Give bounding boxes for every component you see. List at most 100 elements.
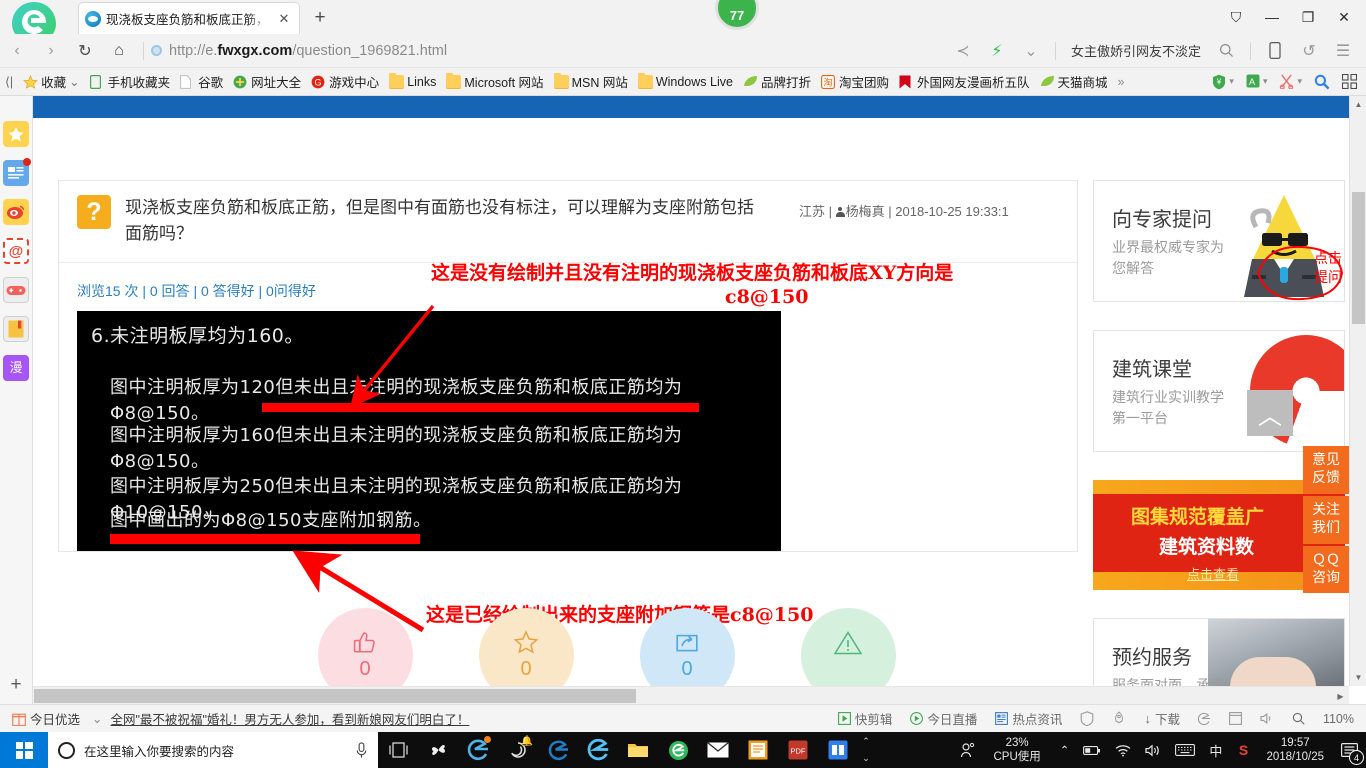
- keyboard-icon[interactable]: [1168, 732, 1202, 768]
- scroll-right-icon[interactable]: ▶: [1332, 687, 1349, 704]
- notebook-icon[interactable]: [3, 316, 29, 342]
- hot-news-tool[interactable]: 热点资讯: [991, 709, 1066, 728]
- bookmark-brand-sale[interactable]: 品牌打折: [738, 70, 816, 94]
- notes-icon[interactable]: [738, 732, 778, 768]
- chevron-down-icon[interactable]: ⌄: [69, 74, 79, 89]
- collections-icon[interactable]: ⛉: [1218, 3, 1254, 31]
- green-e-icon[interactable]: [658, 732, 698, 768]
- mail-at-icon[interactable]: @: [3, 238, 29, 264]
- url-text[interactable]: http://e.fwxgx.com/question_1969821.html: [169, 43, 447, 59]
- zoom-level[interactable]: 110%: [1319, 712, 1358, 726]
- start-button[interactable]: [0, 732, 48, 768]
- site-info-icon[interactable]: [151, 45, 162, 56]
- quick-edit-tool[interactable]: 快剪辑: [834, 709, 897, 728]
- pdf-icon[interactable]: PDF: [778, 732, 818, 768]
- menu-icon[interactable]: ☰: [1326, 36, 1360, 66]
- e-icon[interactable]: [1194, 712, 1215, 726]
- battery-icon[interactable]: [1076, 732, 1108, 768]
- overflow-up-icon[interactable]: ⌃: [862, 736, 870, 747]
- search-icon[interactable]: [1209, 36, 1243, 66]
- mail-icon[interactable]: [698, 732, 738, 768]
- ime-indicator[interactable]: 中: [1202, 732, 1229, 768]
- follow-us-tab[interactable]: 关注 我们: [1303, 495, 1349, 544]
- chevron-down-icon[interactable]: ⌄: [1014, 36, 1048, 66]
- page-horizontal-scrollbar[interactable]: ▶: [33, 686, 1349, 704]
- bookmark-tmall[interactable]: 天猫商城: [1035, 70, 1113, 94]
- qq-consult-tab[interactable]: ＱＱ 咨询: [1303, 545, 1349, 594]
- grid-icon[interactable]: [1337, 70, 1362, 94]
- task-view-icon[interactable]: [378, 732, 418, 768]
- bookmarks-prev-button[interactable]: ⟨|: [0, 70, 18, 94]
- building-class-card[interactable]: 建筑课堂 建筑行业实训教学第一平台: [1093, 330, 1345, 452]
- bookmark-microsoft[interactable]: Microsoft 网站: [441, 70, 548, 94]
- speaker-icon[interactable]: [1256, 712, 1278, 725]
- restore-button[interactable]: ❐: [1290, 3, 1326, 31]
- daily-picks-button[interactable]: 今日优选: [8, 709, 84, 728]
- overflow-down-icon[interactable]: ⌄: [862, 753, 870, 764]
- share-icon[interactable]: ≺: [946, 36, 980, 66]
- weibo-icon[interactable]: [3, 199, 29, 225]
- shield-icon[interactable]: ¥ ▾: [1207, 70, 1239, 94]
- search-input[interactable]: 在这里输入你要搜索的内容: [48, 732, 378, 768]
- spiral-app-icon[interactable]: 🔔: [498, 732, 538, 768]
- feedback-tab[interactable]: 意见 反馈: [1303, 446, 1349, 494]
- browser-tab[interactable]: 现浇板支座负筋和板底正筋，但是 ✕: [78, 2, 300, 34]
- scissors-icon[interactable]: ▾: [1274, 70, 1307, 94]
- bookmark-hao123[interactable]: 网址大全: [228, 70, 306, 94]
- bookmark-msn[interactable]: MSN 网站: [549, 70, 633, 94]
- tray-expand-icon[interactable]: ⌃: [1053, 732, 1077, 768]
- ie-icon[interactable]: [578, 732, 618, 768]
- ask-expert-card[interactable]: 向专家提问 业界最权威专家为您解答 点击 提问: [1093, 180, 1345, 302]
- mobile-view-icon[interactable]: [1258, 36, 1292, 66]
- bookmark-windows-live[interactable]: Windows Live: [633, 70, 738, 94]
- bookmarks-overflow-button[interactable]: »: [1113, 70, 1130, 94]
- cpu-usage-indicator[interactable]: 23% CPU使用: [982, 736, 1053, 765]
- news-feed-icon[interactable]: [3, 158, 31, 186]
- undo-icon[interactable]: ↺: [1292, 36, 1326, 66]
- favorites-star-icon[interactable]: [3, 121, 29, 147]
- tab-close-icon[interactable]: ✕: [275, 10, 293, 28]
- translate-icon[interactable]: A ▾: [1241, 70, 1273, 94]
- sogou-ime-icon[interactable]: S: [1229, 732, 1258, 768]
- rocket-icon[interactable]: [1108, 711, 1130, 726]
- banner-cta[interactable]: 点击查看: [1187, 564, 1239, 583]
- fan-app-icon[interactable]: [418, 732, 458, 768]
- microphone-icon[interactable]: [355, 741, 368, 759]
- bookmark-manga[interactable]: 外国网友漫画析五队: [894, 70, 1035, 94]
- horizontal-scroll-thumb[interactable]: [34, 689, 636, 703]
- news-ticker-link[interactable]: 全网"最不被祝福"婚礼！男方无人参加，看到新娘网友们明白了！: [111, 709, 470, 728]
- action-center-button[interactable]: 4: [1332, 732, 1366, 768]
- shield-icon[interactable]: [1076, 711, 1098, 726]
- file-explorer-icon[interactable]: [618, 732, 658, 768]
- chevron-down-icon[interactable]: ⌄: [92, 711, 102, 726]
- vertical-scroll-thumb[interactable]: [1352, 192, 1365, 324]
- new-tab-button[interactable]: +: [308, 6, 332, 30]
- zoom-search-icon[interactable]: [1288, 712, 1309, 725]
- minimize-button[interactable]: —: [1254, 3, 1290, 31]
- question-image[interactable]: 6.未注明板厚均为160。 图中注明板厚为120但未出且未注明的现浇板支座负筋和…: [77, 310, 781, 551]
- home-icon[interactable]: ⌂: [102, 36, 136, 66]
- window-icon[interactable]: [1225, 712, 1246, 725]
- live-today-tool[interactable]: 今日直播: [906, 709, 981, 728]
- bookmark-gamecenter[interactable]: G 游戏中心: [306, 70, 384, 94]
- reload-icon[interactable]: ↻: [68, 36, 102, 66]
- scroll-down-icon[interactable]: ▼: [1350, 669, 1366, 686]
- forward-icon[interactable]: ›: [34, 36, 68, 66]
- magnifier-icon[interactable]: [1309, 70, 1335, 94]
- clock[interactable]: 19:57 2018/10/25: [1258, 736, 1332, 765]
- volume-icon[interactable]: [1138, 732, 1168, 768]
- wifi-icon[interactable]: [1108, 732, 1138, 768]
- people-icon[interactable]: [953, 732, 982, 768]
- bookmark-mobile-favorites[interactable]: 手机收藏夹: [85, 70, 176, 94]
- manga-icon[interactable]: 漫: [3, 355, 29, 381]
- close-button[interactable]: ✕: [1326, 3, 1362, 31]
- edge-icon[interactable]: [458, 732, 498, 768]
- back-icon[interactable]: ‹: [0, 36, 34, 66]
- ie-classic-icon[interactable]: [538, 732, 578, 768]
- bookmark-google[interactable]: 谷歌: [175, 70, 228, 94]
- add-rail-item-button[interactable]: +: [0, 674, 32, 696]
- scroll-up-icon[interactable]: ▲: [1350, 96, 1366, 113]
- hot-search-text[interactable]: 女主傲娇引网友不淡定: [1063, 41, 1209, 60]
- game-controller-icon[interactable]: [3, 277, 29, 303]
- download-button[interactable]: ↓ 下载: [1140, 709, 1184, 728]
